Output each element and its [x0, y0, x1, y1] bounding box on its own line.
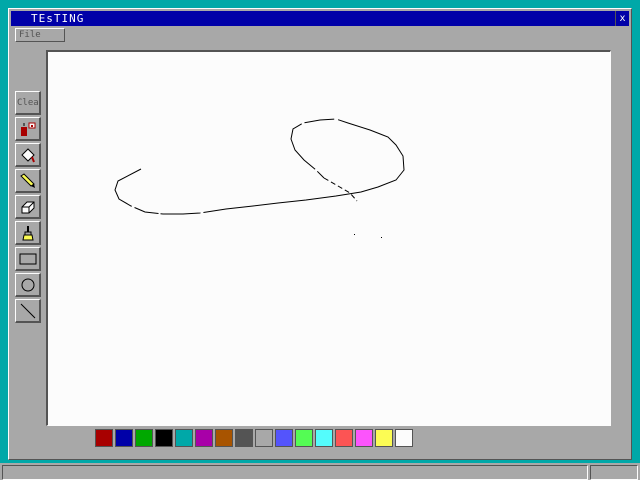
palette-swatch[interactable]	[95, 429, 113, 447]
close-button[interactable]: x	[615, 11, 629, 26]
drawing-canvas[interactable]	[46, 50, 611, 426]
palette-swatch[interactable]	[135, 429, 153, 447]
drawing-strokes	[114, 118, 405, 238]
tool-fill[interactable]	[15, 143, 41, 167]
palette-swatch[interactable]	[295, 429, 313, 447]
palette-swatch[interactable]	[355, 429, 373, 447]
window-title: TEsTING	[31, 12, 85, 25]
palette-swatch[interactable]	[275, 429, 293, 447]
eraser-icon	[21, 201, 34, 213]
palette-swatch[interactable]	[335, 429, 353, 447]
tool-line[interactable]	[15, 299, 41, 323]
palette-swatch[interactable]	[235, 429, 253, 447]
tool-rectangle[interactable]	[15, 247, 41, 271]
pencil-icon	[19, 172, 35, 188]
fill-bucket-icon	[20, 147, 35, 162]
palette-swatch[interactable]	[195, 429, 213, 447]
clear-button[interactable]: Clear	[15, 91, 41, 115]
brush-icon	[21, 225, 34, 240]
palette-swatch[interactable]	[155, 429, 173, 447]
palette-swatch[interactable]	[315, 429, 333, 447]
tool-brush[interactable]	[15, 221, 41, 245]
color-picker-icon	[20, 122, 35, 136]
status-pane-main	[2, 465, 588, 480]
palette-swatch[interactable]	[215, 429, 233, 447]
title-bar[interactable]: TEsTING x	[11, 11, 629, 26]
circle-icon	[21, 278, 34, 291]
tool-circle[interactable]	[15, 273, 41, 297]
status-pane-right	[590, 465, 638, 480]
menu-file[interactable]: File	[15, 28, 65, 42]
rectangle-icon	[19, 253, 36, 264]
palette-swatch[interactable]	[115, 429, 133, 447]
menu-bar: File	[13, 28, 623, 42]
palette-swatch[interactable]	[375, 429, 393, 447]
palette-swatch[interactable]	[395, 429, 413, 447]
palette-swatch[interactable]	[255, 429, 273, 447]
tool-pencil[interactable]	[15, 169, 41, 193]
status-bar	[0, 463, 640, 480]
paint-window: TEsTING x File Clear	[8, 8, 632, 460]
palette-swatch[interactable]	[175, 429, 193, 447]
line-icon	[20, 303, 35, 318]
tool-color-picker[interactable]	[15, 117, 41, 141]
tool-eraser[interactable]	[15, 195, 41, 219]
